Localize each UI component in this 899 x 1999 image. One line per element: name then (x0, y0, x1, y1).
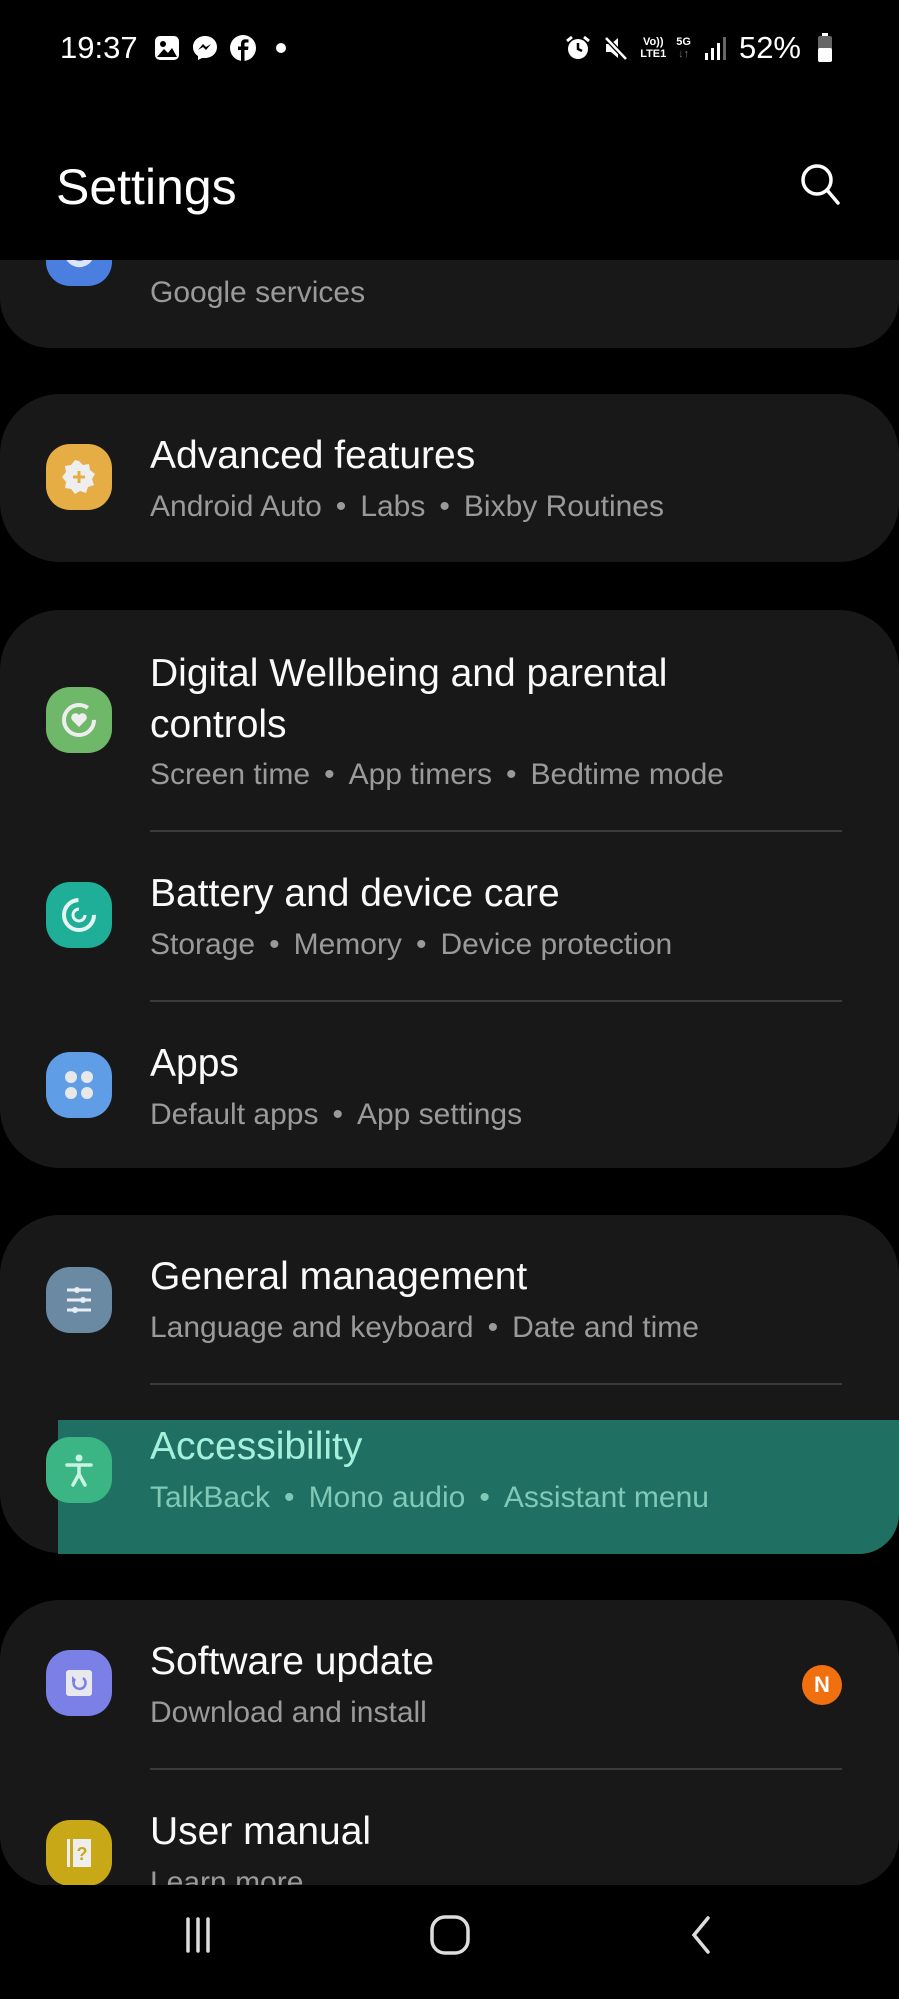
recents-button[interactable] (158, 1905, 238, 1965)
facebook-icon (229, 34, 257, 62)
advanced-features-icon (46, 444, 112, 510)
item-subtitle: Language and keyboard • Date and time (150, 1311, 699, 1344)
navigation-bar (0, 1885, 899, 1999)
user-manual-icon: ? (46, 1820, 112, 1886)
new-badge: N (802, 1665, 842, 1705)
software-update-icon (46, 1650, 112, 1716)
item-title: Battery and device care (150, 872, 560, 915)
item-subtitle: Google services (150, 276, 366, 309)
settings-item-user-manual[interactable]: ? User manual Learn more (0, 1770, 899, 1886)
item-title: Digital Wellbeing and parental controls (150, 652, 668, 746)
settings-group-device: Digital Wellbeing and parental controls … (0, 610, 899, 1168)
settings-item-software-update[interactable]: Software update Download and install N (0, 1600, 899, 1768)
device-care-icon (46, 882, 112, 948)
item-title: Advanced features (150, 434, 476, 477)
alarm-icon (564, 34, 592, 62)
settings-group-support: Software update Download and install N ?… (0, 1600, 899, 1886)
item-subtitle: TalkBack • Mono audio • Assistant menu (150, 1481, 709, 1514)
gallery-icon (153, 34, 181, 62)
battery-percent: 52% (738, 30, 801, 65)
messenger-icon (191, 34, 219, 62)
settings-group-advanced: Advanced features Android Auto • Labs • Bixb… (0, 394, 899, 562)
settings-group-google: Google services (0, 260, 899, 348)
apps-icon (46, 1052, 112, 1118)
back-button[interactable] (662, 1905, 742, 1965)
item-title: Software update (150, 1640, 435, 1683)
item-subtitle: Screen time • App timers • Bedtime mode (150, 758, 724, 791)
item-subtitle: Learn more (150, 1866, 304, 1886)
settings-item-battery-device-care[interactable]: Battery and device care Storage • Memory • D… (0, 832, 899, 1000)
settings-item-google[interactable]: Google services (0, 260, 899, 348)
mute-icon (602, 34, 630, 62)
settings-item-advanced-features[interactable]: Advanced features Android Auto • Labs • Bixb… (0, 394, 899, 562)
item-subtitle: Storage • Memory • Device protection (150, 928, 673, 961)
home-icon (430, 1915, 470, 1955)
item-title: User manual (150, 1810, 372, 1853)
status-time: 19:37 (60, 30, 138, 65)
item-title: Apps (150, 1042, 239, 1085)
accessibility-icon (46, 1437, 112, 1503)
general-management-icon (46, 1267, 112, 1333)
item-subtitle: Default apps • App settings (150, 1098, 523, 1131)
signal-icon (701, 34, 729, 62)
digital-wellbeing-icon (46, 687, 112, 753)
volte-icon: Vo)) LTE1 (640, 36, 667, 60)
item-subtitle: Download and install (150, 1696, 427, 1729)
home-button[interactable] (410, 1905, 490, 1965)
search-icon (801, 164, 840, 205)
battery-icon (811, 33, 839, 62)
search-button[interactable] (796, 160, 846, 210)
settings-item-accessibility[interactable]: Accessibility TalkBack • Mono audio • Assist… (0, 1385, 899, 1553)
item-title: General management (150, 1255, 528, 1298)
back-icon (691, 1916, 710, 1954)
status-bar: 19:37 Vo)) LTE1 5G ↓↑ 52% (0, 0, 899, 100)
page-title: Settings (56, 159, 237, 215)
item-subtitle: Android Auto • Labs • Bixby Routines (150, 490, 664, 523)
settings-item-apps[interactable]: Apps Default apps • App settings (0, 1002, 899, 1168)
settings-item-digital-wellbeing[interactable]: Digital Wellbeing and parental controls … (0, 610, 899, 830)
svg-text:?: ? (77, 1844, 88, 1864)
5g-icon: 5G ↓↑ (676, 36, 691, 60)
item-title: Accessibility (150, 1425, 363, 1468)
recents-icon (186, 1917, 210, 1953)
google-icon (46, 260, 112, 286)
settings-item-general-management[interactable]: General management Language and keyboard… (0, 1215, 899, 1383)
notification-dot-icon (267, 34, 295, 62)
